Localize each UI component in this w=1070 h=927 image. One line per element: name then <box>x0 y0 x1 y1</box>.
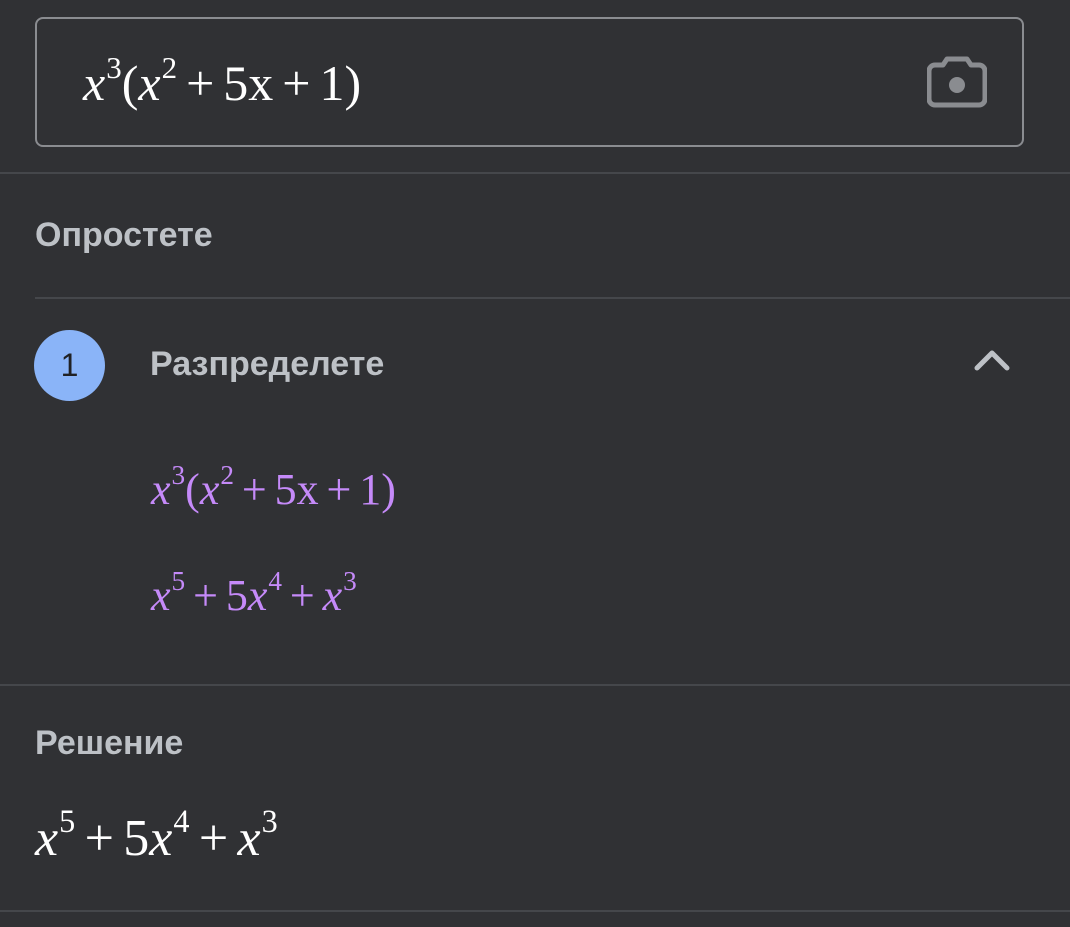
step-1-header[interactable]: 1 Разпределете <box>34 330 1034 402</box>
step-1-expression-result: x5 +5x4 + x3 <box>151 566 357 627</box>
step-plus: + <box>193 571 218 620</box>
step-base-x: x <box>151 571 171 620</box>
step-exponent: 4 <box>268 566 282 597</box>
divider <box>0 910 1070 912</box>
solution-title: Решение <box>35 724 184 762</box>
solution-exponent: 4 <box>173 802 190 839</box>
step-1-expression-original: x3(x2 +5x +1) <box>151 460 396 521</box>
solution-plus: + <box>198 810 229 867</box>
input-expression[interactable]: x3(x2 +5x +1) <box>83 49 362 120</box>
input-term-5x: 5x <box>223 55 274 111</box>
step-plus: + <box>289 571 315 620</box>
step-exponent: 3 <box>343 566 357 597</box>
input-exponent-3: 3 <box>106 49 122 85</box>
solution-exponent: 5 <box>59 802 76 839</box>
step-coefficient: 5 <box>225 571 248 620</box>
input-base-x: x <box>83 55 106 111</box>
step-exponent: 3 <box>171 460 186 491</box>
solution-plus: + <box>84 810 114 867</box>
expression-input-box[interactable]: x3(x2 +5x +1) <box>35 17 1024 147</box>
step-term: 1 <box>359 465 382 514</box>
solution-base-x: x <box>237 810 261 867</box>
input-left-paren: ( <box>121 55 139 111</box>
step-right-paren: ) <box>381 465 396 514</box>
camera-button[interactable] <box>926 55 988 111</box>
input-exponent-2: 2 <box>161 49 178 85</box>
input-right-paren: ) <box>344 55 362 111</box>
input-plus: + <box>186 55 215 111</box>
input-plus-2: + <box>282 55 311 111</box>
divider <box>0 172 1070 174</box>
chevron-up-icon[interactable] <box>972 344 1012 374</box>
step-base-x: x <box>247 571 268 620</box>
solution-exponent: 3 <box>261 802 278 839</box>
step-exponent: 2 <box>220 460 234 491</box>
simplify-title: Опростете <box>35 216 213 254</box>
step-label: Разпределете <box>150 345 385 383</box>
step-left-paren: ( <box>185 465 200 514</box>
camera-icon <box>926 56 988 108</box>
input-term-1: 1 <box>319 55 345 111</box>
step-term: 5x <box>274 465 319 514</box>
step-base-x: x <box>322 571 343 620</box>
solution-base-x: x <box>35 810 59 867</box>
solution-coefficient: 5 <box>123 810 150 867</box>
step-number-badge: 1 <box>34 330 105 401</box>
solution-expression: x5 +5x4 + x3 <box>35 803 278 875</box>
step-base-x: x <box>199 465 220 514</box>
divider <box>35 297 1070 299</box>
solution-base-x: x <box>149 810 173 867</box>
step-exponent: 5 <box>171 566 186 597</box>
step-plus: + <box>326 465 352 514</box>
step-plus: + <box>241 465 267 514</box>
step-base-x: x <box>151 465 171 514</box>
divider <box>0 684 1070 686</box>
input-base-x-2: x <box>138 55 161 111</box>
